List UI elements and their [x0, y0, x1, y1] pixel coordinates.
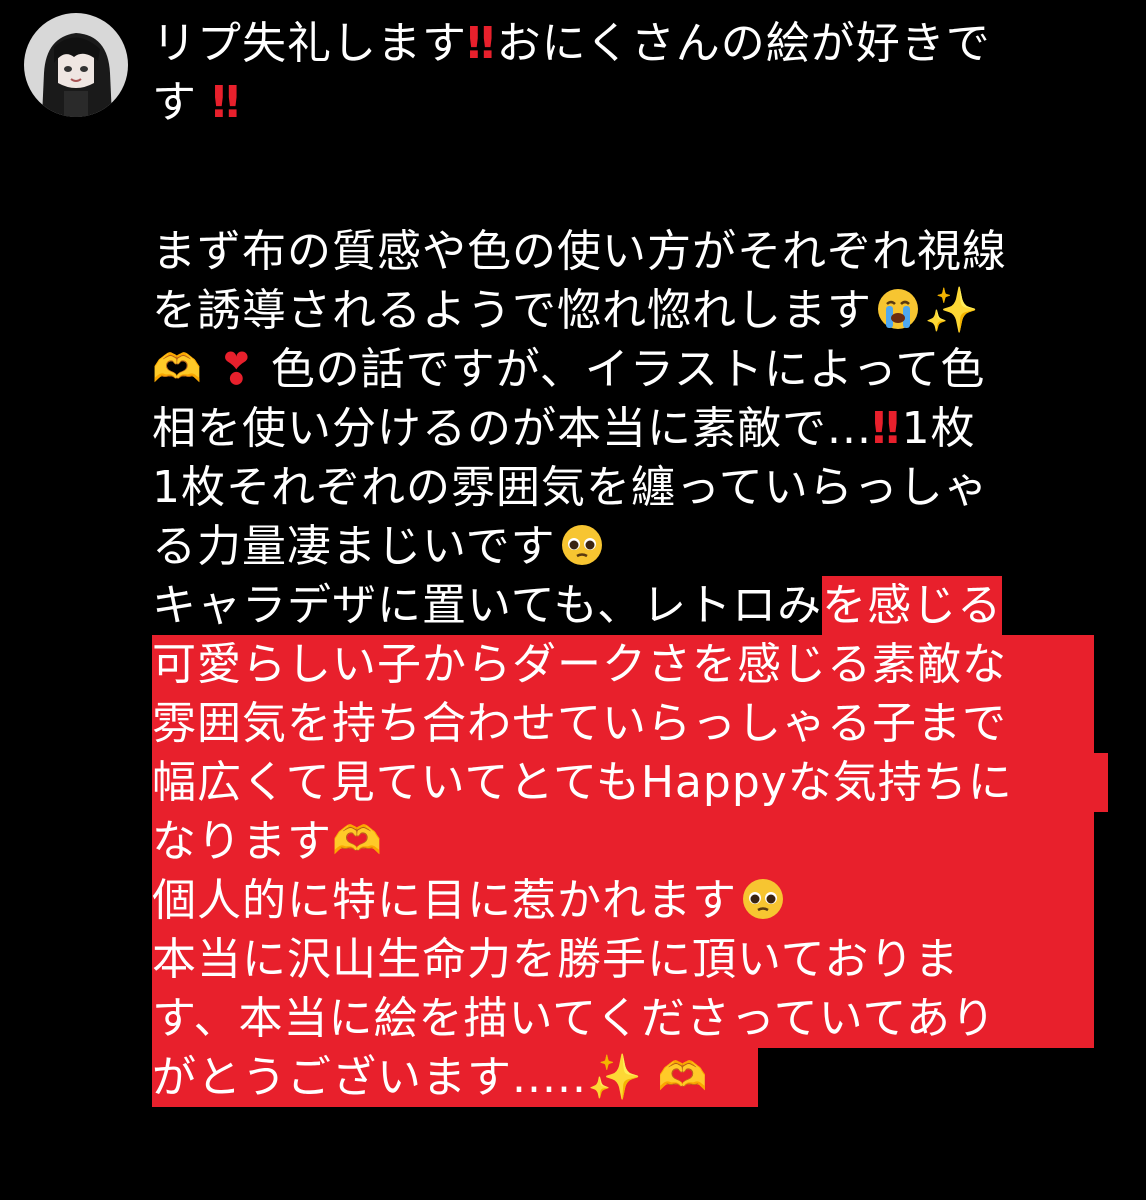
double-exclamation-icon: ‼ [212, 77, 240, 128]
text-segment: 色の話ですが、イラストによって色 [270, 344, 986, 395]
text-segment: がとうございます..... [152, 1052, 587, 1103]
reply-text: リプ失礼します‼ おにくさんの絵が好きで す ‼ まず布の質感や色の使い方がそれぞ… [152, 14, 1112, 1107]
text-segment: 相を使い分けるのが本当に素敵で... [152, 403, 872, 454]
text-segment: す [152, 77, 197, 128]
reply-line-4: を誘導されるようで惚れ惚れします ✨ [152, 281, 1112, 340]
text-segment: 個人的に特に目に惹かれます [152, 875, 737, 926]
sparkles-icon: ✨ [924, 285, 980, 336]
reply-line-10: 可愛らしい子からダークさを感じる素敵な [152, 635, 1094, 694]
heart-hands-icon: 🫶 [152, 346, 203, 392]
reply-line-3: まず布の質感や色の使い方がそれぞれ視線 [152, 226, 1007, 277]
text-segment: を誘導されるようで惚れ惚れします [152, 285, 872, 336]
text-segment: キャラデザに置いても、レトロみ [152, 580, 823, 631]
text-segment: を感じる [822, 580, 1003, 631]
reply-line-5: 🫶 ❣ 色の話ですが、イラストによって色 [152, 340, 1112, 399]
pleading-face-icon [561, 525, 602, 565]
text-segment: なります [152, 816, 332, 867]
reply-line-13: なります🫶 [152, 812, 1094, 871]
reply-line-7: 1枚それぞれの雰囲気を纏っていらっしゃ [152, 462, 989, 513]
reply-line-1: リプ失礼します‼ おにくさんの絵が好きで [152, 14, 1112, 73]
reply-line-6: 相を使い分けるのが本当に素敵で...‼ 1枚 [152, 399, 1112, 458]
heart-hands-icon: 🫶 [657, 1054, 709, 1100]
double-exclamation-icon: ‼ [871, 403, 900, 454]
heart-exclamation-icon: ❣ [217, 344, 256, 395]
text-segment: 1枚 [901, 403, 976, 454]
reply-line-9: キャラデザに置いても、レトロみを感じる [152, 576, 1112, 635]
reply-line-15: 本当に沢山生命力を勝手に頂いておりま [152, 930, 1094, 989]
heart-hands-icon: 🫶 [332, 818, 383, 864]
reply-line-16: す、本当に絵を描いてくださっていてあり [152, 989, 1094, 1048]
reply-line-17: がとうございます.....✨ 🫶 [152, 1048, 758, 1107]
reply-line-2: す ‼ [152, 73, 1112, 132]
sparkles-icon: ✨ [586, 1052, 643, 1103]
user-avatar-icon [24, 13, 128, 117]
reply-line-8: る力量凄まじいです [152, 517, 1112, 576]
reply-line-11: 雰囲気を持ち合わせていらっしゃる子まで [152, 694, 1094, 753]
highlighted-segment: を感じる [822, 576, 1003, 635]
reply-line-14: 個人的に特に目に惹かれます [152, 871, 1094, 930]
crying-face-icon [878, 289, 918, 329]
reply-line-12: 幅広くて見ていてとてもHappyな気持ちに [152, 753, 1108, 812]
text-segment: る力量凄まじいです [152, 521, 556, 572]
pleading-face-icon [743, 879, 783, 919]
text-segment: おにくさんの絵が好きで [496, 18, 991, 69]
text-segment: リプ失礼します [152, 18, 467, 69]
double-exclamation-icon: ‼ [467, 18, 495, 69]
user-avatar[interactable] [24, 13, 128, 117]
